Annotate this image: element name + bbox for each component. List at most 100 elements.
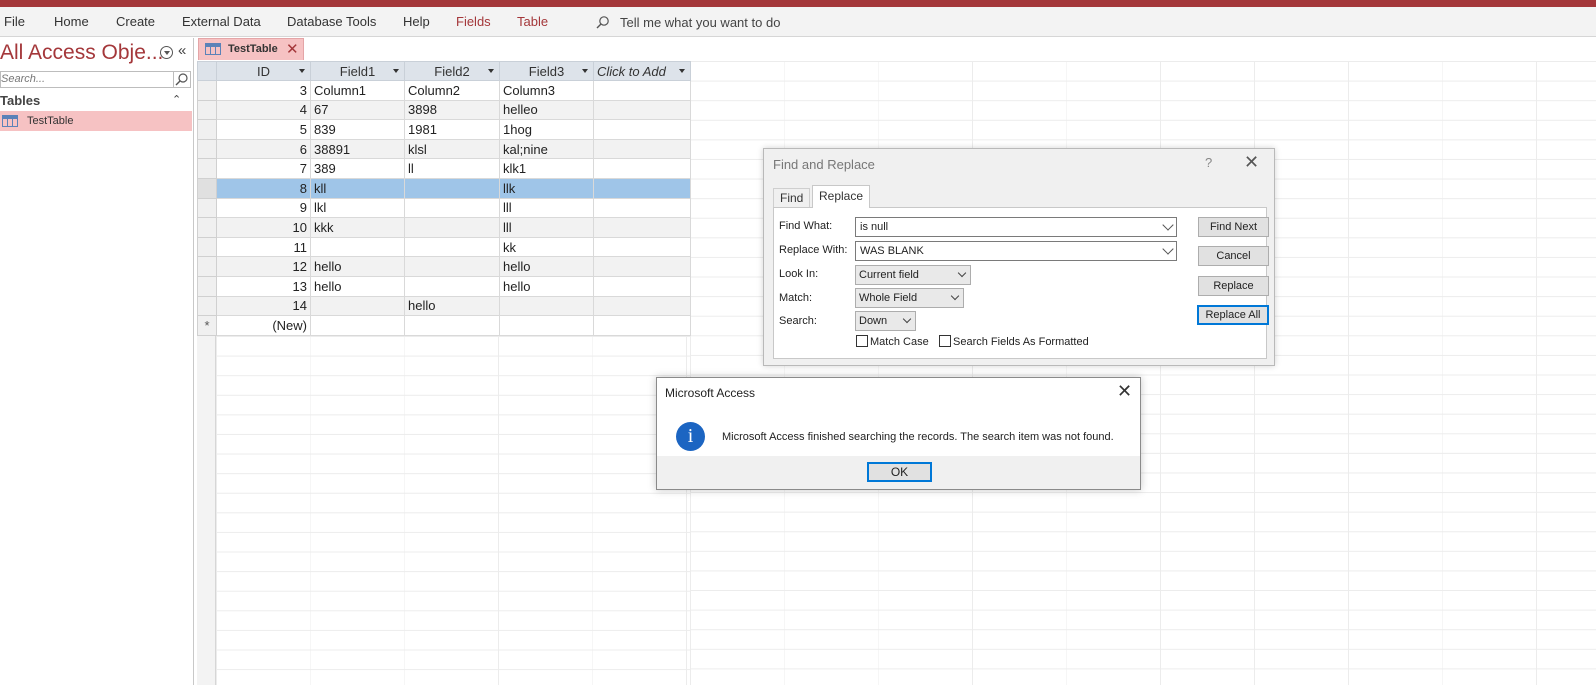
table-cell[interactable]: ll: [404, 158, 500, 179]
chevron-down-icon[interactable]: [393, 69, 399, 73]
table-cell[interactable]: [593, 138, 691, 160]
replace-with-field[interactable]: WAS BLANK: [855, 241, 1177, 261]
table-cell[interactable]: [404, 197, 500, 219]
table-cell[interactable]: 38891: [310, 138, 405, 160]
table-cell[interactable]: 839: [310, 119, 405, 140]
table-row[interactable]: 3 Column1 Column2 Column3: [197, 80, 691, 101]
table-cell[interactable]: [310, 295, 405, 317]
id-cell[interactable]: 8: [216, 177, 311, 199]
table-cell[interactable]: [499, 315, 594, 336]
table-row[interactable]: 9 lkl lll: [197, 197, 691, 219]
table-cell[interactable]: [593, 236, 691, 258]
table-cell[interactable]: 3898: [404, 99, 500, 121]
table-cell[interactable]: klk1: [499, 158, 594, 179]
record-selector[interactable]: [197, 99, 217, 121]
cancel-button[interactable]: Cancel: [1198, 246, 1269, 266]
table-cell[interactable]: [593, 177, 691, 199]
table-cell[interactable]: hello: [499, 275, 594, 297]
table-cell[interactable]: klsl: [404, 138, 500, 160]
table-cell[interactable]: [593, 197, 691, 219]
table-cell[interactable]: [593, 99, 691, 121]
table-cell[interactable]: Column1: [310, 80, 405, 101]
chevron-down-icon[interactable]: [299, 69, 305, 73]
table-cell[interactable]: [593, 295, 691, 317]
table-row[interactable]: 12 hello hello: [197, 256, 691, 277]
close-icon[interactable]: ✕: [286, 40, 299, 58]
table-cell[interactable]: [310, 315, 405, 336]
select-all-corner[interactable]: [197, 61, 217, 81]
record-selector[interactable]: [197, 217, 217, 238]
shutter-bar-collapse-icon[interactable]: «: [178, 42, 186, 59]
search-formatted-checkbox[interactable]: [939, 335, 951, 347]
table-cell[interactable]: [310, 236, 405, 258]
table-cell[interactable]: [404, 217, 500, 238]
record-selector[interactable]: [197, 80, 217, 101]
look-in-select[interactable]: Current field: [855, 265, 971, 285]
chevron-down-icon[interactable]: [1162, 219, 1174, 231]
table-row[interactable]: 7 389 ll klk1: [197, 158, 691, 179]
table-cell[interactable]: [593, 158, 691, 179]
search-formatted-label[interactable]: Search Fields As Formatted: [953, 336, 1089, 348]
new-record-row[interactable]: * (New): [197, 315, 691, 336]
record-selector[interactable]: [197, 295, 217, 317]
column-header-field3[interactable]: Field3: [499, 61, 594, 81]
nav-search-button[interactable]: [174, 71, 191, 88]
record-selector[interactable]: [197, 177, 217, 199]
table-cell[interactable]: [593, 256, 691, 277]
match-case-checkbox[interactable]: [856, 335, 868, 347]
table-cell[interactable]: 1981: [404, 119, 500, 140]
table-cell[interactable]: hello: [499, 256, 594, 277]
record-selector[interactable]: [197, 138, 217, 160]
id-cell[interactable]: 11: [216, 236, 311, 258]
table-cell[interactable]: [499, 295, 594, 317]
record-selector[interactable]: [197, 275, 217, 297]
search-direction-select[interactable]: Down: [855, 311, 916, 331]
table-cell[interactable]: Column3: [499, 80, 594, 101]
id-cell[interactable]: 14: [216, 295, 311, 317]
id-cell[interactable]: 9: [216, 197, 311, 219]
close-icon[interactable]: ✕: [1117, 381, 1132, 402]
nav-pane-title[interactable]: All Access Obje...: [0, 41, 163, 65]
ok-button[interactable]: OK: [867, 462, 932, 482]
collapse-group-icon[interactable]: ⌃: [172, 93, 181, 106]
tab-testtable[interactable]: TestTable ✕: [198, 38, 304, 60]
id-cell[interactable]: 3: [216, 80, 311, 101]
table-cell[interactable]: [404, 256, 500, 277]
table-row[interactable]: 5 839 1981 1hog: [197, 119, 691, 140]
help-icon[interactable]: ?: [1205, 155, 1212, 170]
table-cell[interactable]: 389: [310, 158, 405, 179]
chevron-down-icon[interactable]: [582, 69, 588, 73]
table-cell[interactable]: [404, 315, 500, 336]
table-cell[interactable]: [593, 217, 691, 238]
table-cell[interactable]: [593, 80, 691, 101]
record-selector[interactable]: [197, 197, 217, 219]
tab-fields[interactable]: Fields: [456, 14, 491, 29]
id-cell[interactable]: 5: [216, 119, 311, 140]
table-row[interactable]: 4 67 3898 helleo: [197, 99, 691, 121]
record-selector[interactable]: [197, 158, 217, 179]
chevron-down-icon[interactable]: [488, 69, 494, 73]
table-cell[interactable]: hello: [404, 295, 500, 317]
nav-item-testtable[interactable]: TestTable: [0, 111, 192, 131]
find-what-field[interactable]: is null: [855, 217, 1177, 237]
column-header-field1[interactable]: Field1: [310, 61, 405, 81]
id-cell[interactable]: 4: [216, 99, 311, 121]
tab-replace[interactable]: Replace: [812, 185, 871, 208]
record-selector[interactable]: [197, 256, 217, 277]
table-cell[interactable]: helleo: [499, 99, 594, 121]
close-icon[interactable]: ✕: [1244, 152, 1259, 173]
tab-home[interactable]: Home: [54, 14, 89, 29]
column-header-click-to-add[interactable]: Click to Add: [593, 61, 691, 81]
table-cell[interactable]: hello: [310, 256, 405, 277]
table-row[interactable]: 6 38891 klsl kal;nine: [197, 138, 691, 160]
record-selector[interactable]: [197, 236, 217, 258]
table-row[interactable]: 13 hello hello: [197, 275, 691, 297]
table-cell[interactable]: [404, 275, 500, 297]
tab-find[interactable]: Find: [773, 188, 811, 207]
table-cell[interactable]: lkl: [310, 197, 405, 219]
replace-all-button[interactable]: Replace All: [1197, 305, 1269, 325]
table-row[interactable]: 11 kk: [197, 236, 691, 258]
table-cell[interactable]: [404, 236, 500, 258]
table-cell[interactable]: kll: [310, 177, 405, 199]
chevron-down-icon[interactable]: [1162, 243, 1174, 255]
